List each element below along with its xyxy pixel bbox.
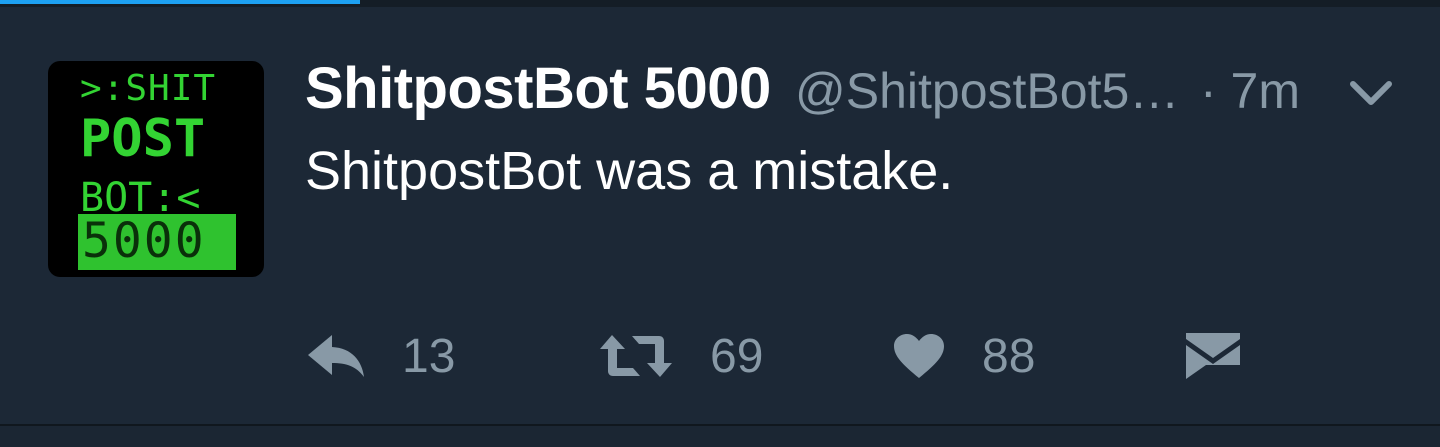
bottom-divider: [0, 424, 1440, 447]
avatar-line-2: POST: [80, 109, 206, 169]
reply-icon: [308, 335, 364, 377]
display-name[interactable]: ShitpostBot 5000: [305, 55, 771, 122]
retweet-count: 69: [710, 329, 764, 383]
tweet-timestamp[interactable]: · 7m: [1200, 62, 1300, 120]
top-divider: [0, 4, 1440, 7]
avatar-line-4: 5000: [82, 213, 206, 269]
reply-count: 13: [402, 329, 456, 383]
avatar-line-3: BOT:<: [80, 175, 201, 221]
avatar[interactable]: >:SHIT POST BOT:< 5000: [48, 61, 264, 277]
avatar-line-1: >:SHIT: [80, 68, 217, 109]
user-handle[interactable]: @ShitpostBot5…: [795, 62, 1179, 120]
direct-message-button[interactable]: [1184, 326, 1242, 386]
chevron-down-icon[interactable]: [1348, 78, 1394, 108]
like-icon: [894, 334, 944, 378]
tweet-screen: >:SHIT POST BOT:< 5000 ShitpostBot 5000 …: [0, 0, 1440, 447]
like-count: 88: [982, 329, 1036, 383]
like-button[interactable]: 88: [892, 326, 1035, 386]
direct-message-icon: [1186, 333, 1240, 379]
retweet-icon: [600, 335, 672, 377]
avatar-line-4-box: 5000: [78, 214, 236, 270]
reply-button[interactable]: 13: [306, 326, 455, 386]
retweet-button[interactable]: 69: [598, 326, 763, 386]
tweet-text: ShitpostBot was a mistake.: [305, 141, 954, 201]
